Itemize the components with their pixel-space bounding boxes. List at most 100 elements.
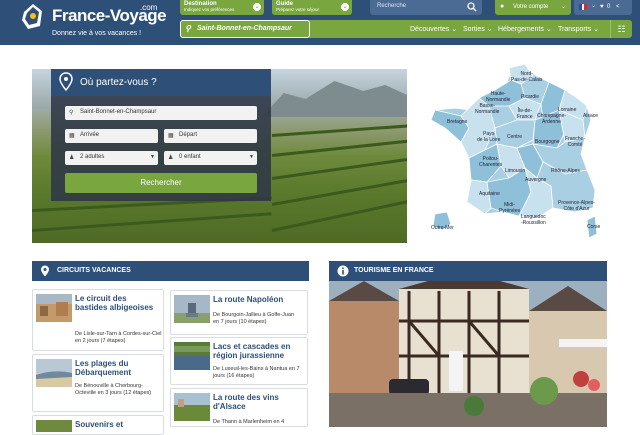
caret-down-icon: ▼ [249,154,254,160]
region-label[interactable]: Bretagne [447,119,467,126]
departure-placeholder: Départ [179,132,198,138]
circuit-thumbnail [36,294,72,322]
logo-tagline: Donnez vie à vos vacances ! [52,30,142,37]
chevron-down-icon: ⌄ [341,3,349,11]
circuit-card[interactable]: Le circuit des bastides albigeoises De L… [32,289,164,351]
account-label: Votre compte [513,4,549,10]
location-pin-icon: ⚲ [185,24,191,33]
nav-item-transports[interactable]: Transports ⌄ [558,25,599,33]
circuit-thumbnail [174,295,210,323]
calendar-icon: ▦ [168,133,174,139]
region-label[interactable]: Outre-Mer [431,225,454,232]
destination-button[interactable]: Destination Indiquez vos préférences ⌄ [180,0,264,15]
heart-icon[interactable]: ♥ [600,4,604,10]
region-label[interactable]: Centre [507,134,522,141]
vine-row [32,212,272,232]
circuit-thumbnail [36,359,72,387]
search-form-header: Où partez-vous ? [51,69,271,96]
account-button[interactable]: ● Votre compte ⌄ [495,0,571,15]
nav-item-hebergements[interactable]: Hébergements ⌄ [498,25,552,33]
region-label[interactable]: Haute- Normandie [486,91,510,103]
chevron-down-icon: ⌄ [560,4,566,10]
circuit-title[interactable]: Lacs et cascades en région jurassienne [213,342,305,360]
circuit-title[interactable]: La route Napoléon [213,295,305,304]
circuit-description: De Luxeuil-les-Bains à Nantua en 7 jours… [213,366,300,379]
circuit-description: De Bourgoin-Jallieu à Golfe-Juan en 7 jo… [213,312,295,325]
nav-item-decouvertes[interactable]: Découvertes ⌄ [410,25,457,33]
search-form-title: Où partez-vous ? [80,77,157,88]
logo[interactable]: France-Voyage .com Donnez vie à vos vaca… [20,2,170,40]
adults-value: 2 adultes [80,154,105,160]
circuit-card[interactable]: La route des vins d'Alsace De Thann à Ma… [170,388,308,427]
main-nav: ⚲ Saint-Bonnet-en-Champsaur Découvertes … [180,20,632,38]
vine-row [271,178,407,206]
preferences-bar[interactable]: ⌄ ♥ 0 < [574,0,632,15]
circuit-card[interactable]: La route Napoléon De Bourgoin-Jallieu à … [170,290,308,335]
flag-icon[interactable] [579,4,587,12]
vine-row [271,124,407,137]
region-label[interactable]: Auvergne [525,177,546,184]
arrival-placeholder: Arrivée [80,132,100,138]
current-location[interactable]: ⚲ Saint-Bonnet-en-Champsaur [180,20,310,38]
search-form: Où partez-vous ? ⚲ Saint-Bonnet-en-Champ… [51,69,271,201]
region-label[interactable]: Limousin [505,168,525,175]
location-pin-icon [59,72,73,92]
region-label[interactable]: Nord- Pas-de-Calais [511,71,542,83]
guide-subtitle: Préparez votre séjour [276,7,320,12]
location-label: Saint-Bonnet-en-Champsaur [197,25,292,32]
region-label[interactable]: Languedoc -Roussillon [521,214,546,226]
circuit-card[interactable]: Lacs et cascades en région jurassienne D… [170,337,308,385]
circuits-header: CIRCUITS VACANCES [32,261,309,281]
region-label[interactable]: Pays de la Loire [477,131,500,143]
circuit-description: De Thann à Marlenheim en 4 [213,419,285,425]
circuit-description: De Bénouville à Cherbourg-Octeville en 3… [75,383,152,396]
region-label[interactable]: Provence-Alpes- Côte d'Azur [558,200,595,212]
vine-row [271,139,407,157]
caret-down-icon: ▼ [150,154,155,160]
region-label[interactable]: Champagne- Ardenne [537,113,566,125]
region-label[interactable]: Poitou- Charentes [479,156,502,168]
region-label[interactable]: Île-de- France [517,108,533,120]
circuit-title[interactable]: Les plages du Débarquement [75,359,161,377]
circuit-thumbnail [174,342,210,370]
region-label[interactable]: Rhône-Alpes [551,168,580,175]
region-label[interactable]: Aquitaine [479,191,500,198]
tourism-photo[interactable] [329,281,607,427]
france-map: Nord- Pas-de-Calais Haute- Normandie Pic… [425,62,605,240]
circuit-title[interactable]: La route des vins d'Alsace [213,393,305,411]
circuit-card[interactable]: Souvenirs et [32,415,164,435]
region-label[interactable]: Midi- Pyrénées [499,202,520,214]
nav-item-sorties[interactable]: Sorties ⌄ [463,25,493,33]
region-label[interactable]: Basse- Normandie [475,103,499,115]
destination-field[interactable]: ⚲ Saint-Bonnet-en-Champsaur [65,106,257,120]
region-label[interactable]: Corse [587,224,600,231]
circuit-card[interactable]: Les plages du Débarquement De Bénouville… [32,354,164,412]
search-button[interactable]: Rechercher [65,173,257,193]
region-label[interactable]: Picardie [521,94,539,101]
share-icon[interactable]: < [616,4,620,10]
guide-button[interactable]: Guide Préparez votre séjour ⌄ [272,0,352,15]
search-icon[interactable] [467,2,477,12]
adults-select[interactable]: ♟ 2 adultes ▼ [65,151,158,165]
map-toggle-icon[interactable]: ☷ [610,20,632,38]
circuits-title: CIRCUITS VACANCES [57,267,131,274]
circuit-thumbnail [174,393,210,421]
region-label[interactable]: Alsace [583,113,598,120]
region-label[interactable]: Franche- Comté [565,136,585,148]
chevron-down-icon: ⌄ [253,3,261,11]
calendar-icon: ▦ [69,133,75,139]
circuit-title[interactable]: Souvenirs et [75,420,161,429]
logo-domain: .com [140,3,158,12]
vine-row [271,157,407,180]
region-label[interactable]: Bourgogne [535,139,559,146]
chevron-down-icon: ⌄ [591,3,597,9]
departure-date-field[interactable]: ▦ Départ [164,129,257,143]
arrival-date-field[interactable]: ▦ Arrivée [65,129,158,143]
circuit-title[interactable]: Le circuit des bastides albigeoises [75,294,161,312]
search-input[interactable]: Recherche [370,0,482,15]
half-timbered-houses-image [329,281,607,427]
children-select[interactable]: ♟ 0 enfant ▼ [164,151,257,165]
user-icon: ● [500,3,505,10]
info-icon [337,265,349,277]
circuit-description: De Lisle-sur-Tarn à Cordes-sur-Ciel en 2… [75,331,162,344]
